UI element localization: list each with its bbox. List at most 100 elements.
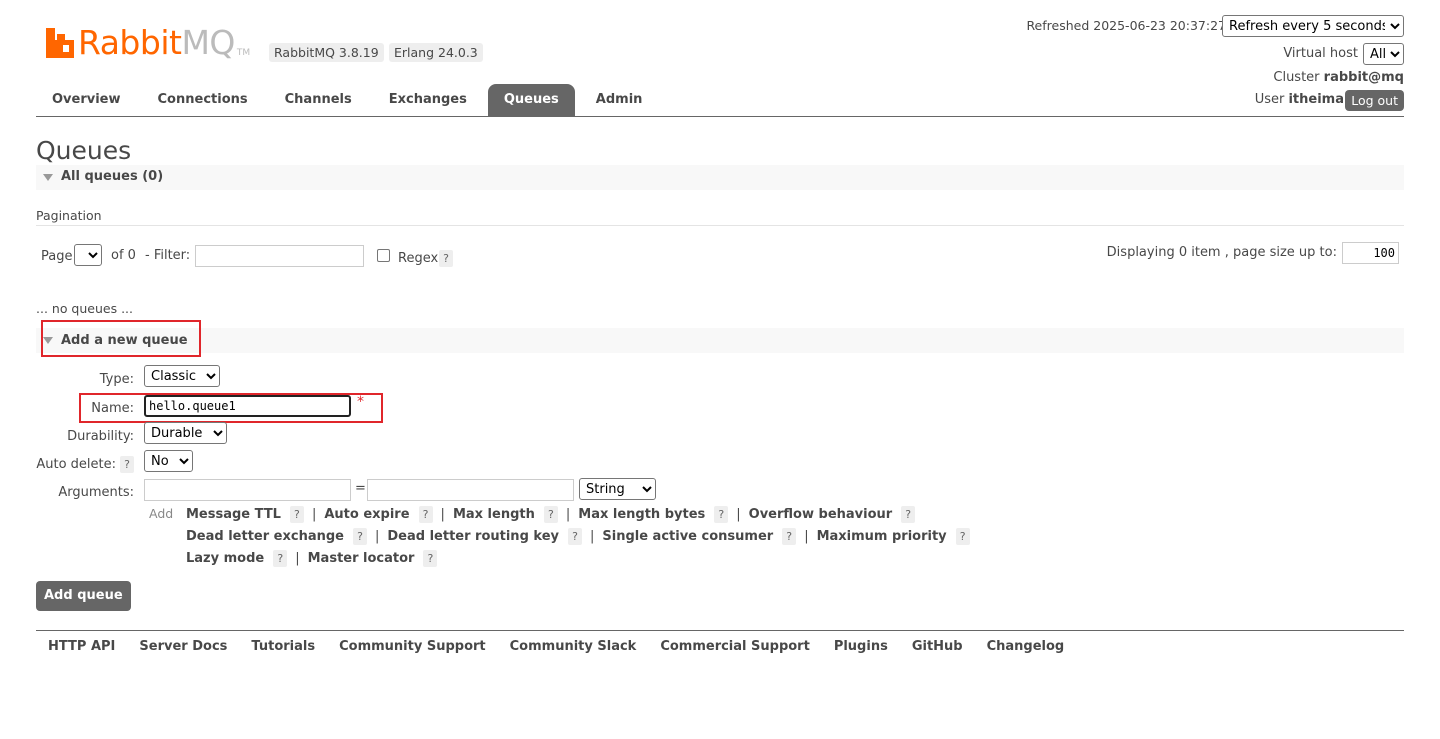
help-icon[interactable]: ? [543,506,558,523]
footer-link-commercial-support[interactable]: Commercial Support [660,639,810,654]
help-icon[interactable]: ? [955,528,970,545]
argument-equals-sign: = [355,481,366,496]
rabbitmq-logo-icon [46,28,74,58]
footer-link-http-api[interactable]: HTTP API [48,639,115,654]
footer-link-community-support[interactable]: Community Support [339,639,486,654]
queue-type-select[interactable]: Classic [144,365,220,387]
arg-option-auto-expire[interactable]: Auto expire [324,507,409,522]
footer-link-community-slack[interactable]: Community Slack [510,639,637,654]
arg-option-dead-letter-routing-key[interactable]: Dead letter routing key [387,529,559,544]
help-icon[interactable]: ? [289,506,304,523]
add-queue-section-header[interactable]: Add a new queue [36,328,1404,353]
argument-key-input[interactable] [144,479,351,501]
refresh-interval-select[interactable]: Refresh every 5 seconds [1222,15,1404,37]
page-label: Page [41,249,73,264]
regex-checkbox[interactable] [377,249,390,262]
separator: | [440,507,445,522]
tab-admin[interactable]: Admin [580,84,659,116]
arg-option-master-locator[interactable]: Master locator [308,551,415,566]
header-divider [36,116,1404,117]
cluster-info: Cluster rabbit@mq [1273,70,1404,85]
annotation-highlight-box [41,320,201,357]
argument-type-select[interactable]: String [579,478,656,500]
rabbitmq-logo[interactable]: RabbitMQ TM [46,26,250,62]
user-name: itheima [1288,92,1344,107]
argument-value-input[interactable] [367,479,574,501]
durability-label: Durability: [67,429,134,444]
footer-link-tutorials[interactable]: Tutorials [251,639,315,654]
logo-trademark: TM [236,48,251,58]
filter-label: - Filter: [145,248,191,263]
virtual-host-label: Virtual host [1283,46,1358,61]
page-title: Queues [36,136,132,165]
arg-option-max-length[interactable]: Max length [453,507,535,522]
type-label: Type: [99,372,134,387]
tab-queues[interactable]: Queues [487,84,575,116]
page-number-select[interactable] [74,244,102,266]
help-icon[interactable]: ? [273,550,288,567]
argument-shortcuts-row: Message TTL ? | Auto expire ? | Max leng… [186,506,916,523]
add-queue-button[interactable]: Add queue [36,581,131,611]
arg-option-max-length-bytes[interactable]: Max length bytes [578,507,705,522]
pagination-divider [36,225,1404,226]
separator: | [589,529,595,544]
regex-label: Regex [398,251,439,266]
annotation-highlight-box [79,393,383,423]
arg-option-dead-letter-exchange[interactable]: Dead letter exchange [186,529,344,544]
footer-link-changelog[interactable]: Changelog [987,639,1065,654]
arg-option-maximum-priority[interactable]: Maximum priority [817,529,947,544]
argument-shortcuts-row: Dead letter exchange ? | Dead letter rou… [186,528,970,545]
tab-exchanges[interactable]: Exchanges [373,84,483,116]
all-queues-section-header[interactable]: All queues (0) [36,165,1404,190]
logo-wordmark: RabbitMQ [78,23,235,62]
collapse-triangle-icon [43,174,53,181]
auto-delete-label: Auto delete: [36,457,116,472]
filter-input[interactable] [195,245,364,267]
separator: | [311,507,317,522]
help-icon[interactable]: ? [423,550,438,567]
tab-connections[interactable]: Connections [142,84,264,116]
auto-delete-help-icon[interactable]: ? [120,456,134,473]
arg-option-message-ttl[interactable]: Message TTL [186,507,281,522]
pagination-heading: Pagination [36,208,102,223]
main-nav-tabs: Overview Connections Channels Exchanges … [36,84,663,117]
separator: | [736,507,741,522]
help-icon[interactable]: ? [901,506,916,523]
help-icon[interactable]: ? [418,506,433,523]
user-info: User itheima [1254,92,1344,107]
help-icon[interactable]: ? [352,528,367,545]
arg-option-lazy-mode[interactable]: Lazy mode [186,551,264,566]
virtual-host-select[interactable]: All [1363,43,1404,65]
help-icon[interactable]: ? [567,528,582,545]
help-icon[interactable]: ? [782,528,797,545]
all-queues-label: All queues (0) [61,169,164,184]
page-count-text: of 0 [111,248,136,263]
page-size-input[interactable] [1342,242,1399,264]
add-argument-label: Add [149,506,174,521]
tab-overview[interactable]: Overview [36,84,137,116]
separator: | [804,529,809,544]
erlang-version-badge: Erlang 24.0.3 [389,43,483,62]
separator: | [295,551,300,566]
footer-link-server-docs[interactable]: Server Docs [139,639,227,654]
regex-help-icon[interactable]: ? [439,250,453,267]
displaying-count-text: Displaying 0 item , page size up to: [1106,245,1337,260]
argument-shortcuts-row: Lazy mode ? | Master locator ? [186,550,438,567]
durability-select[interactable]: Durable [144,422,227,444]
logout-button[interactable]: Log out [1345,90,1404,111]
separator: | [565,507,571,522]
auto-delete-select[interactable]: No [144,450,193,472]
footer-divider [36,630,1404,631]
rabbitmq-version-badge: RabbitMQ 3.8.19 [269,43,384,62]
refreshed-timestamp: Refreshed 2025-06-23 20:37:27 [1026,18,1226,33]
footer-link-github[interactable]: GitHub [912,639,963,654]
arg-option-single-active-consumer[interactable]: Single active consumer [602,529,773,544]
arg-option-overflow-behaviour[interactable]: Overflow behaviour [749,507,893,522]
separator: | [374,529,380,544]
footer-links: HTTP API Server Docs Tutorials Community… [48,639,1088,654]
no-queues-message: ... no queues ... [36,301,134,316]
help-icon[interactable]: ? [714,506,729,523]
footer-link-plugins[interactable]: Plugins [834,639,888,654]
arguments-label: Arguments: [58,485,134,500]
tab-channels[interactable]: Channels [269,84,368,116]
